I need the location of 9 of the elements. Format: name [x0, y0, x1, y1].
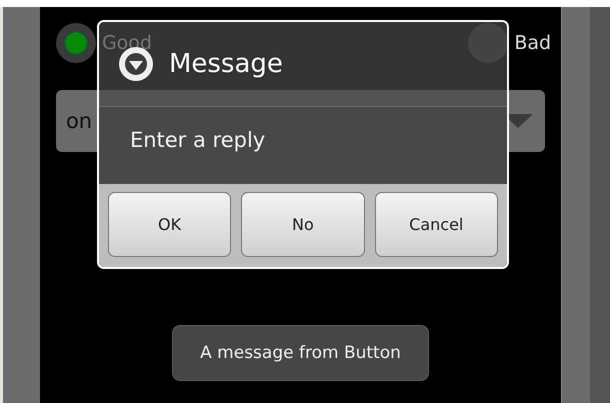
- toast-message: A message from Button: [172, 325, 429, 381]
- dialog-button[interactable]: No: [241, 192, 365, 257]
- dialog-button[interactable]: OK: [108, 192, 232, 257]
- dialog-button[interactable]: Cancel: [374, 192, 498, 257]
- dialog-message: Enter a reply: [130, 128, 266, 152]
- radio-button[interactable]: [56, 23, 96, 63]
- radio-label: Bad: [514, 32, 552, 54]
- radio-label: Good: [102, 32, 152, 54]
- dialog-title: Message: [168, 49, 283, 79]
